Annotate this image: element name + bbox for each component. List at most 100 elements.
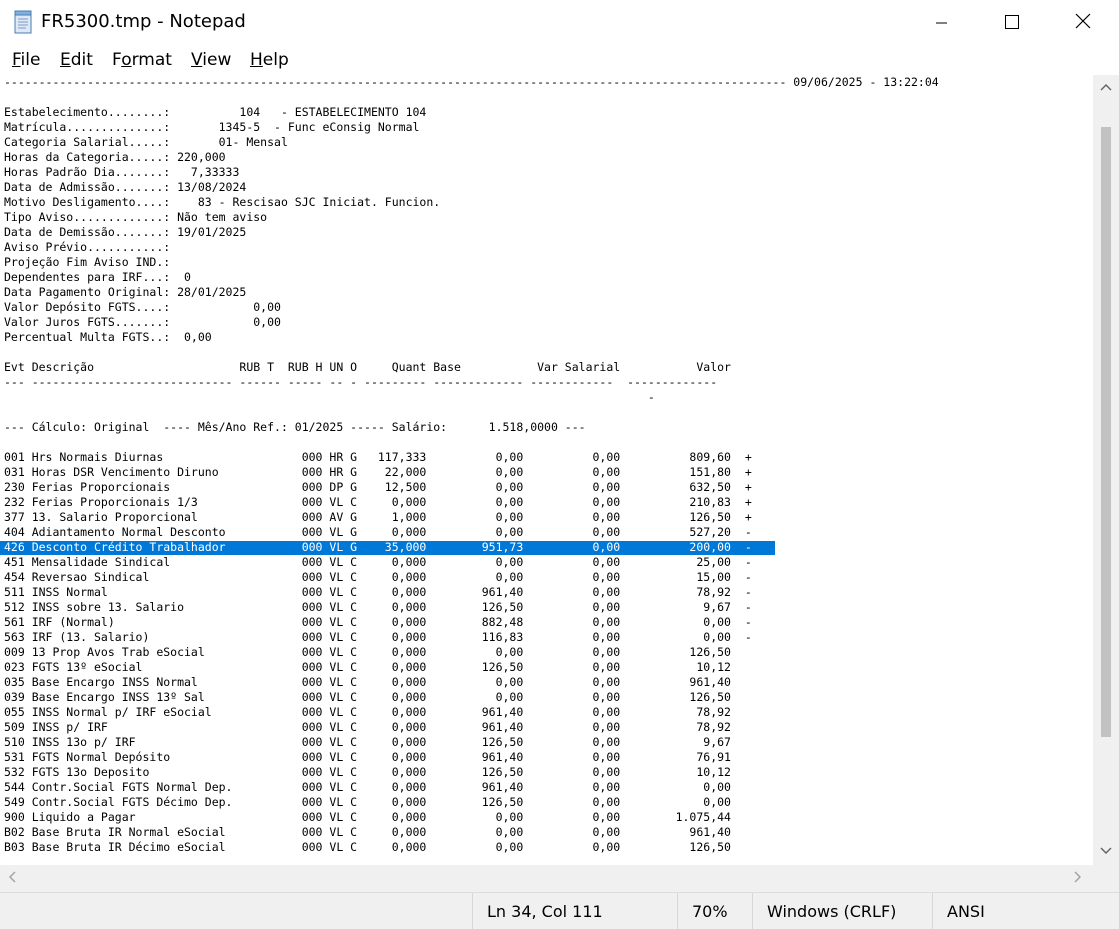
line-text: 377 13. Salario Proporcional 000 AV G 1,… [4,510,752,524]
line-text: Categoria Salarial.....: 01- Mensal [4,135,288,149]
scroll-left-icon[interactable] [8,871,16,886]
line-text: Data Pagamento Original: 28/01/2025 [4,285,247,299]
text-line[interactable]: 512 INSS sobre 13. Salario 000 VL C 0,00… [4,600,939,615]
text-line[interactable]: Valor Juros FGTS.......: 0,00 [4,315,939,330]
text-line[interactable]: 900 Liquido a Pagar 000 VL C 0,000 0,00 … [4,810,939,825]
text-line[interactable]: 232 Ferias Proporcionais 1/3 000 VL C 0,… [4,495,939,510]
text-line[interactable]: 509 INSS p/ IRF 000 VL C 0,000 961,40 0,… [4,720,939,735]
text-line[interactable]: 031 Horas DSR Vencimento Diruno 000 HR G… [4,465,939,480]
vertical-scroll-thumb[interactable] [1101,127,1111,737]
maximize-icon [1005,14,1019,33]
text-line[interactable]: Evt Descrição RUB T RUB H UN O Quant Bas… [4,360,939,375]
text-line[interactable]: Categoria Salarial.....: 01- Mensal [4,135,939,150]
text-editor[interactable]: ----------------------------------------… [0,75,1093,865]
text-line[interactable]: 532 FGTS 13o Deposito 000 VL C 0,000 126… [4,765,939,780]
status-divider [752,893,753,929]
text-line[interactable]: Dependentes para IRF...: 0 [4,270,939,285]
status-divider [472,893,473,929]
text-line[interactable]: Motivo Desligamento....: 83 - Rescisao S… [4,195,939,210]
line-text: 563 IRF (13. Salario) 000 VL C 0,000 116… [4,630,752,644]
text-line[interactable]: Data de Admissão.......: 13/08/2024 [4,180,939,195]
text-line[interactable] [4,345,939,360]
text-line[interactable] [4,405,939,420]
text-line[interactable]: 563 IRF (13. Salario) 000 VL C 0,000 116… [4,630,939,645]
cursor-position: Ln 34, Col 111 [487,902,603,921]
text-line[interactable]: 035 Base Encargo INSS Normal 000 VL C 0,… [4,675,939,690]
text-line[interactable]: 531 FGTS Normal Depósito 000 VL C 0,000 … [4,750,939,765]
text-line[interactable]: 023 FGTS 13º eSocial 000 VL C 0,000 126,… [4,660,939,675]
text-line[interactable]: Projeção Fim Aviso IND.: [4,255,939,270]
maximize-button[interactable] [989,0,1035,46]
window-title: FR5300.tmp - Notepad [41,11,246,32]
title-bar[interactable]: FR5300.tmp - Notepad [0,0,1119,46]
text-line[interactable]: 001 Hrs Normais Diurnas 000 HR G 117,333… [4,450,939,465]
line-text: 031 Horas DSR Vencimento Diruno 000 HR G… [4,465,752,479]
text-line[interactable]: 451 Mensalidade Sindical 000 VL C 0,000 … [4,555,939,570]
line-text: Data de Demissão.......: 19/01/2025 [4,225,247,239]
scroll-down-icon[interactable] [1100,845,1112,858]
line-text: --- Cálculo: Original ---- Mês/Ano Ref.:… [4,420,586,434]
status-divider [932,893,933,929]
minimize-icon [936,14,948,33]
text-line[interactable]: 549 Contr.Social FGTS Décimo Dep. 000 VL… [4,795,939,810]
status-bar: Ln 34, Col 111 70% Windows (CRLF) ANSI [0,892,1119,929]
menu-format[interactable]: Format [112,50,172,70]
text-line[interactable]: Data de Demissão.......: 19/01/2025 [4,225,939,240]
text-line[interactable]: 454 Reversao Sindical 000 VL C 0,000 0,0… [4,570,939,585]
text-line[interactable]: 561 IRF (Normal) 000 VL C 0,000 882,48 0… [4,615,939,630]
text-line[interactable]: --- ----------------------------- ------… [4,375,939,390]
line-text: B02 Base Bruta IR Normal eSocial 000 VL … [4,825,731,839]
line-text: 055 INSS Normal p/ IRF eSocial 000 VL C … [4,705,731,719]
menu-help[interactable]: Help [250,50,289,70]
close-icon [1075,13,1091,33]
scroll-up-icon[interactable] [1100,81,1112,94]
menu-file[interactable]: File [12,50,40,70]
text-line[interactable]: Aviso Prévio...........: [4,240,939,255]
text-line[interactable]: 510 INSS 13o p/ IRF 000 VL C 0,000 126,5… [4,735,939,750]
text-line[interactable]: Horas Padrão Dia.......: 7,33333 [4,165,939,180]
vertical-scrollbar[interactable] [1093,75,1119,865]
text-line[interactable]: 404 Adiantamento Normal Desconto 000 VL … [4,525,939,540]
line-text: 404 Adiantamento Normal Desconto 000 VL … [4,525,752,539]
text-line[interactable]: B02 Base Bruta IR Normal eSocial 000 VL … [4,825,939,840]
line-text: 035 Base Encargo INSS Normal 000 VL C 0,… [4,675,731,689]
line-text: - [4,390,655,404]
line-text: 544 Contr.Social FGTS Normal Dep. 000 VL… [4,780,731,794]
text-line[interactable]: Horas da Categoria.....: 220,000 [4,150,939,165]
text-line[interactable]: 511 INSS Normal 000 VL C 0,000 961,40 0,… [4,585,939,600]
horizontal-scrollbar[interactable] [0,865,1093,892]
text-line[interactable]: Valor Depósito FGTS....: 0,00 [4,300,939,315]
line-text: Percentual Multa FGTS..: 0,00 [4,330,212,344]
text-line[interactable]: 039 Base Encargo INSS 13º Sal 000 VL C 0… [4,690,939,705]
text-line[interactable]: Percentual Multa FGTS..: 0,00 [4,330,939,345]
line-text: Horas Padrão Dia.......: 7,33333 [4,165,240,179]
text-line[interactable]: --- Cálculo: Original ---- Mês/Ano Ref.:… [4,420,939,435]
minimize-button[interactable] [919,0,965,46]
text-line[interactable]: 055 INSS Normal p/ IRF eSocial 000 VL C … [4,705,939,720]
line-text: Horas da Categoria.....: 220,000 [4,150,226,164]
text-line[interactable]: 544 Contr.Social FGTS Normal Dep. 000 VL… [4,780,939,795]
text-line[interactable]: Estabelecimento........: 104 - ESTABELEC… [4,105,939,120]
menu-edit[interactable]: Edit [60,50,93,70]
line-text: Aviso Prévio...........: [4,240,171,254]
document-text[interactable]: ----------------------------------------… [4,75,939,855]
line-text: Evt Descrição RUB T RUB H UN O Quant Bas… [4,360,731,374]
text-line[interactable]: 230 Ferias Proporcionais 000 DP G 12,500… [4,480,939,495]
menu-view[interactable]: View [191,50,231,70]
line-text: 510 INSS 13o p/ IRF 000 VL C 0,000 126,5… [4,735,731,749]
line-text: 451 Mensalidade Sindical 000 VL C 0,000 … [4,555,752,569]
text-line[interactable]: 377 13. Salario Proporcional 000 AV G 1,… [4,510,939,525]
text-line[interactable]: ----------------------------------------… [4,75,939,90]
text-line[interactable]: Matrícula..............: 1345-5 - Func e… [4,120,939,135]
text-line[interactable]: Tipo Aviso.............: Não tem aviso [4,210,939,225]
text-line[interactable]: - [4,390,939,405]
text-line[interactable]: B03 Base Bruta IR Décimo eSocial 000 VL … [4,840,939,855]
selected-text-line[interactable]: 426 Desconto Crédito Trabalhador 000 VL … [4,540,939,555]
text-line[interactable] [4,90,939,105]
text-line[interactable] [4,435,939,450]
line-text: 509 INSS p/ IRF 000 VL C 0,000 961,40 0,… [4,720,731,734]
close-button[interactable] [1060,0,1106,46]
text-line[interactable]: Data Pagamento Original: 28/01/2025 [4,285,939,300]
scroll-right-icon[interactable] [1074,871,1082,886]
text-line[interactable]: 009 13 Prop Avos Trab eSocial 000 VL C 0… [4,645,939,660]
